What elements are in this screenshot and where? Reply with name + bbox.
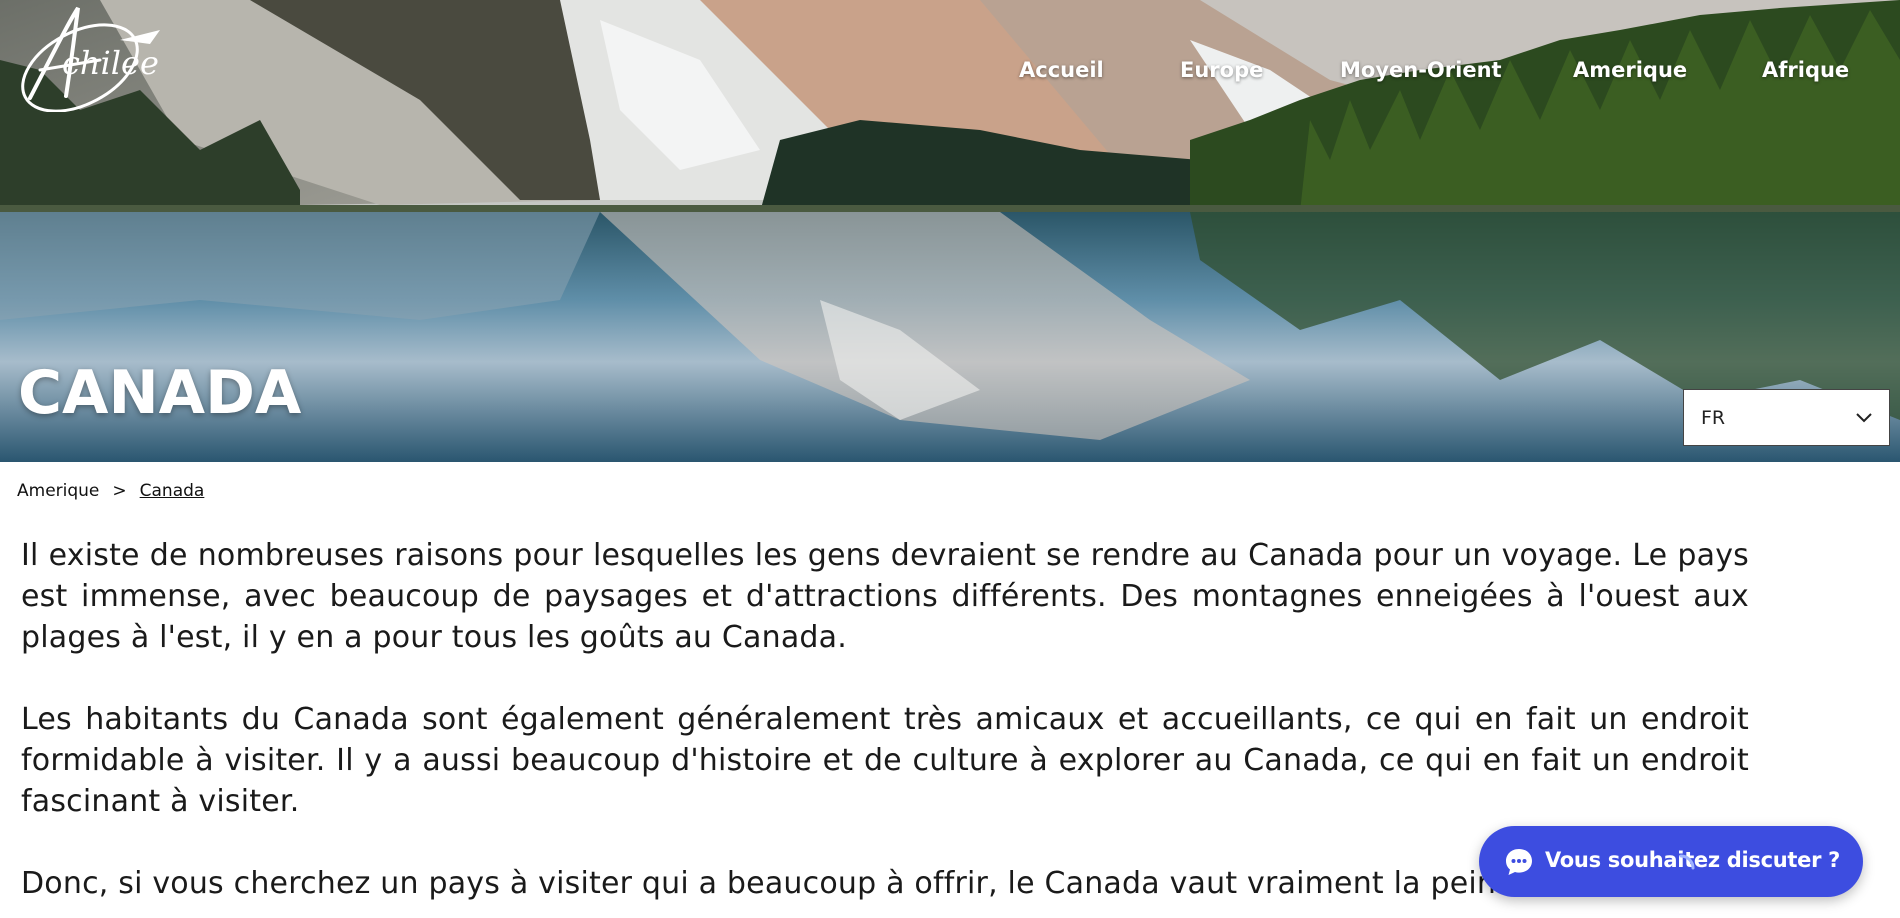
breadcrumb-separator: > — [112, 481, 127, 501]
paragraph: Il existe de nombreuses raisons pour les… — [21, 538, 1749, 655]
nav-item-accueil[interactable]: Accueil — [1019, 58, 1104, 82]
language-select[interactable]: FR — [1683, 389, 1890, 446]
logo-text: chilee — [62, 44, 159, 82]
nav-item-europe[interactable]: Europe — [1180, 58, 1263, 82]
chat-button[interactable]: Vous souhaitez discuter ? — [1479, 826, 1863, 897]
loading-spinner-icon — [1679, 854, 1695, 870]
breadcrumb-current[interactable]: Canada — [140, 481, 205, 501]
nav-item-afrique[interactable]: Afrique — [1762, 58, 1849, 82]
chevron-down-icon — [1856, 413, 1872, 423]
breadcrumb-parent[interactable]: Amerique — [17, 481, 99, 501]
logo[interactable]: chilee — [0, 0, 170, 112]
breadcrumb: Amerique > Canada — [17, 481, 204, 501]
chat-bubble-icon — [1506, 849, 1532, 875]
nav-item-moyen-orient[interactable]: Moyen-Orient — [1340, 58, 1502, 82]
plane-icon — [120, 30, 160, 44]
language-select-value: FR — [1701, 406, 1726, 429]
nav-item-amerique[interactable]: Amerique — [1573, 58, 1687, 82]
paragraph: Les habitants du Canada sont également g… — [21, 702, 1749, 819]
page-title: CANADA — [18, 358, 302, 428]
hero-banner: chilee Accueil Europe Moyen-Orient Ameri… — [0, 0, 1900, 462]
